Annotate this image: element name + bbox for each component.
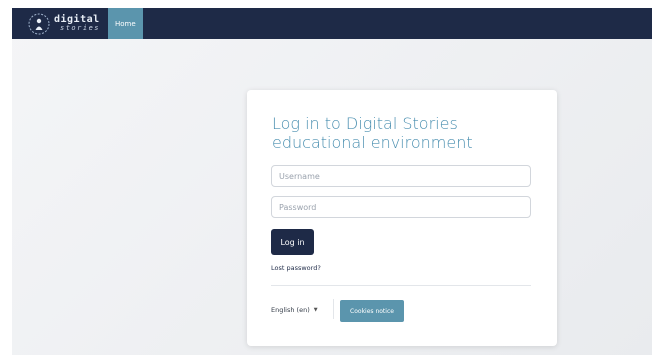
logo-line-2: stories bbox=[60, 24, 101, 32]
login-title: Log in to Digital Stories educational en… bbox=[272, 114, 473, 152]
page-frame: digital stories Home Log in to Digital S… bbox=[12, 8, 652, 355]
logo-text: digital stories bbox=[54, 15, 100, 32]
cookies-notice-button[interactable]: Cookies notice bbox=[340, 300, 404, 322]
username-input[interactable] bbox=[271, 165, 531, 187]
nav-home-link[interactable]: Home bbox=[108, 8, 143, 39]
top-navbar: digital stories Home bbox=[12, 8, 652, 39]
language-label: English (en) bbox=[271, 306, 310, 314]
site-logo[interactable]: digital stories bbox=[12, 8, 108, 39]
language-selector[interactable]: English (en) ▼ bbox=[271, 306, 318, 314]
password-input[interactable] bbox=[271, 196, 531, 218]
digital-stories-logo-icon bbox=[28, 13, 50, 34]
divider bbox=[271, 285, 531, 286]
chevron-down-icon: ▼ bbox=[313, 307, 318, 313]
login-button[interactable]: Log in bbox=[271, 229, 314, 255]
login-card: Log in to Digital Stories educational en… bbox=[247, 90, 557, 346]
lost-password-link[interactable]: Lost password? bbox=[271, 264, 321, 272]
language-separator bbox=[333, 299, 334, 319]
